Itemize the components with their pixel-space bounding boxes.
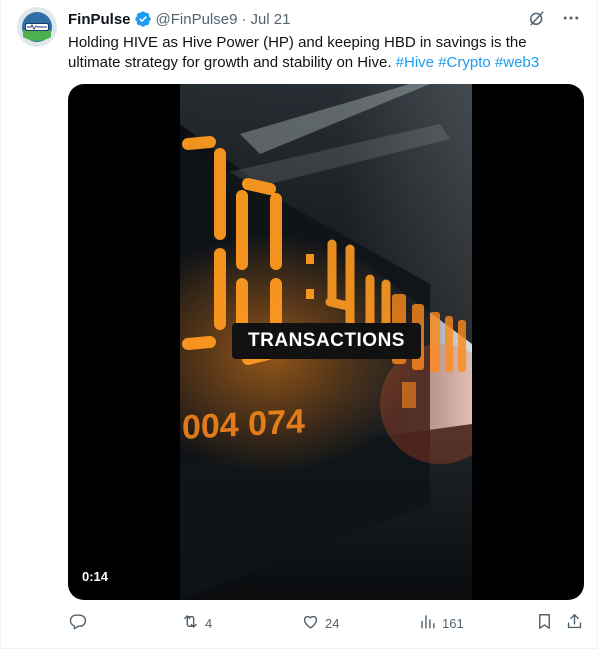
hashtag-crypto[interactable]: #Crypto xyxy=(438,54,491,71)
like-button[interactable]: 24 xyxy=(301,610,339,636)
hashtag-hive[interactable]: #Hive xyxy=(396,54,434,71)
share-icon xyxy=(565,612,584,634)
grok-icon[interactable] xyxy=(526,7,548,29)
views-count: 161 xyxy=(442,615,464,631)
tweet-date[interactable]: Jul 21 xyxy=(250,11,290,28)
reply-button[interactable] xyxy=(68,610,92,636)
views-chart-icon xyxy=(418,612,437,634)
author-name[interactable]: FinPulse xyxy=(68,11,131,28)
verified-badge-icon xyxy=(134,10,152,28)
bookmark-icon xyxy=(535,612,554,634)
hashtag-web3[interactable]: #web3 xyxy=(495,54,539,71)
share-button[interactable] xyxy=(565,610,584,636)
separator-dot: · xyxy=(241,10,247,28)
avatar[interactable] xyxy=(17,7,57,47)
tweet-header: FinPulse @FinPulse9 · Jul 21 xyxy=(68,9,290,29)
heart-icon xyxy=(301,612,320,634)
video-caption: TRANSACTIONS xyxy=(232,323,421,359)
views-button[interactable]: 161 xyxy=(418,610,464,636)
video-player[interactable]: 004 074 TRANSACTIONS 0:14 xyxy=(68,84,584,600)
video-duration: 0:14 xyxy=(82,569,109,584)
finpulse-logo xyxy=(17,7,57,47)
retweet-button[interactable]: 4 xyxy=(181,610,212,636)
tweet-text: Holding HIVE as Hive Power (HP) and keep… xyxy=(68,33,578,73)
top-actions xyxy=(526,7,582,29)
tweet-card[interactable]: FinPulse @FinPulse9 · Jul 21 Holding HIV… xyxy=(0,0,597,649)
retweet-icon xyxy=(181,612,200,634)
action-bar: 4 24 161 xyxy=(68,610,586,636)
author-handle[interactable]: @FinPulse9 xyxy=(156,11,238,28)
more-options-icon[interactable] xyxy=(560,7,582,29)
small-digits: 004 074 xyxy=(182,402,305,446)
retweet-count: 4 xyxy=(205,615,213,631)
like-count: 24 xyxy=(325,615,340,631)
reply-icon xyxy=(68,612,87,634)
bookmark-button[interactable] xyxy=(535,610,554,636)
